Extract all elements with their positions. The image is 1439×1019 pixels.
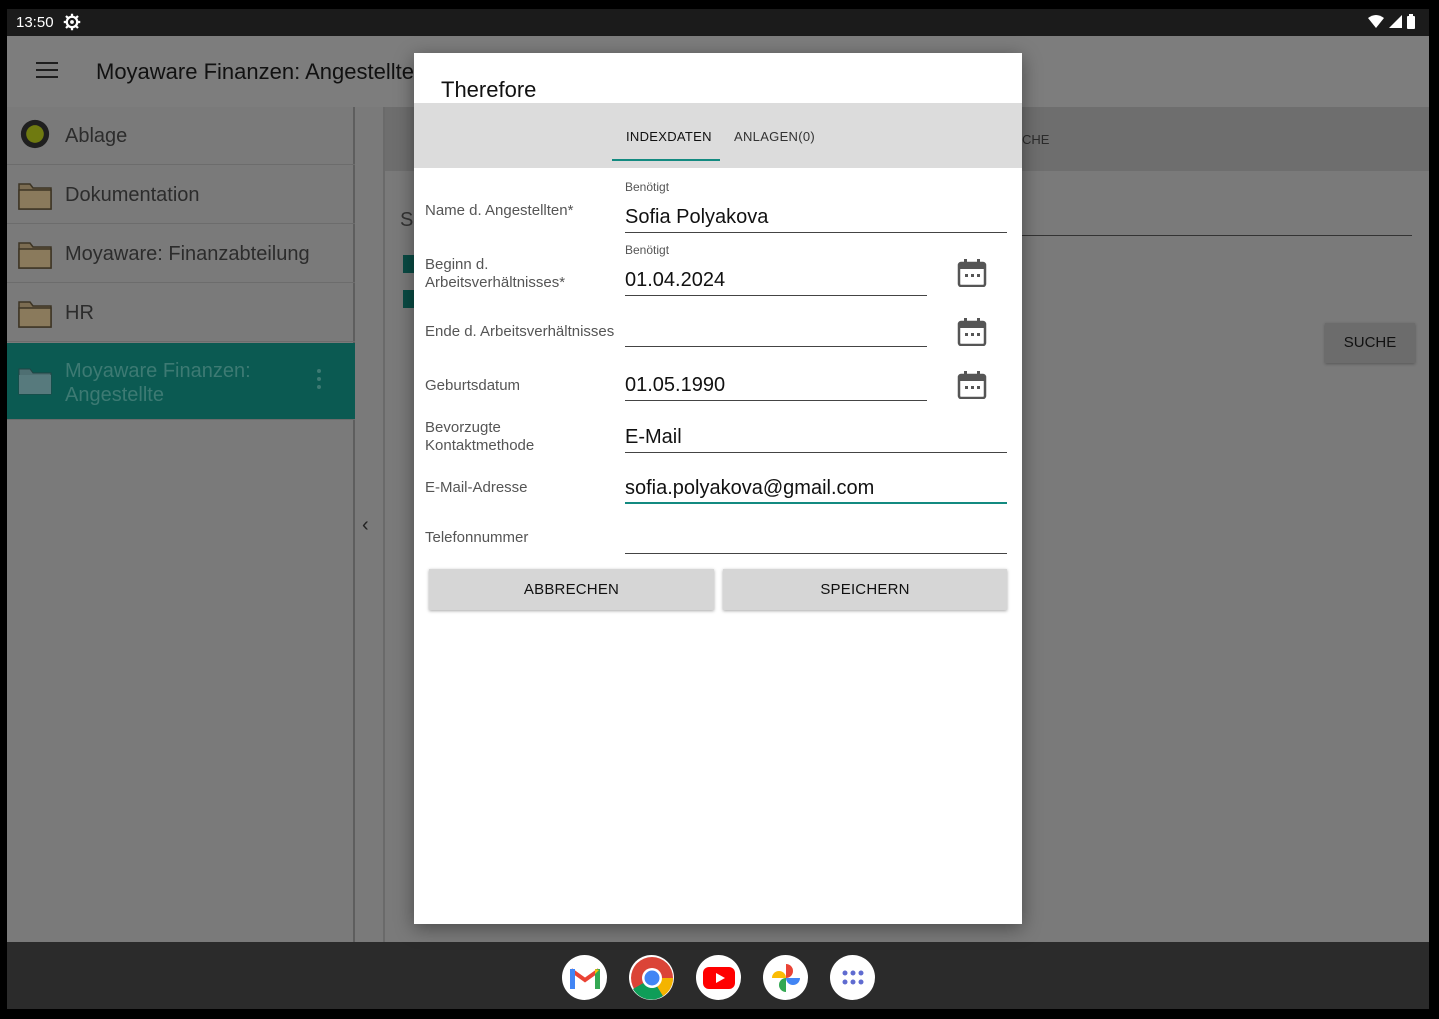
sidebar-item-label: Ablage — [65, 125, 128, 147]
phone-label: Telefonnummer — [425, 529, 529, 546]
end-date-underline — [625, 346, 927, 347]
sidebar-item-angestellte[interactable]: Moyaware Finanzen: Angestellte — [7, 343, 355, 420]
cell-signal-icon — [1389, 15, 1402, 28]
name-field-underline — [625, 232, 1007, 233]
sidebar-item-hr[interactable]: HR — [7, 284, 355, 342]
folder-icon — [18, 242, 52, 269]
sidebar-item-finanzabteilung[interactable]: Moyaware: Finanzabteilung — [7, 225, 355, 283]
birthdate-underline — [625, 400, 927, 401]
name-field[interactable]: Sofia Polyakova — [625, 206, 768, 229]
settings-gear-icon — [63, 13, 81, 31]
youtube-icon[interactable] — [696, 955, 741, 1000]
start-date-label: Beginn d. Arbeitsverhältnisses* — [425, 256, 566, 291]
app-dock — [562, 955, 875, 1000]
calendar-icon[interactable] — [957, 259, 987, 287]
contact-method-underline — [625, 452, 1007, 453]
folder-icon — [18, 183, 52, 210]
sidebar-item-ablage[interactable]: Ablage — [7, 107, 355, 165]
save-button[interactable]: SPEICHERN — [723, 569, 1007, 610]
email-label: E-Mail-Adresse — [425, 479, 528, 496]
sidebar-item-label: HR — [65, 302, 94, 324]
wifi-icon — [1368, 14, 1384, 28]
calendar-icon[interactable] — [957, 371, 987, 399]
photos-icon[interactable] — [763, 955, 808, 1000]
sidebar-item-label: Moyaware: Finanzabteilung — [65, 243, 310, 265]
sidebar-item-dokumentation[interactable]: Dokumentation — [7, 166, 355, 224]
collapse-panel-chevron-icon[interactable]: ‹ — [362, 514, 369, 537]
content-tab-search[interactable]: CHE — [1022, 132, 1049, 147]
birthdate-field[interactable]: 01.05.1990 — [625, 374, 725, 397]
email-field-underline-focused — [625, 502, 1007, 504]
phone-field-underline — [625, 553, 1007, 554]
start-date-field[interactable]: 01.04.2024 — [625, 269, 725, 292]
birthdate-label: Geburtsdatum — [425, 377, 521, 394]
taskbar — [7, 942, 1429, 1009]
status-bar: 13:50 — [7, 9, 1429, 36]
end-date-label: Ende d. Arbeitsverhältnisses — [425, 323, 615, 340]
name-label: Name d. Angestellten* — [425, 202, 574, 219]
ablage-circle-icon — [20, 119, 50, 149]
email-field[interactable]: sofia.polyakova@gmail.com — [625, 477, 874, 500]
sidebar-item-label: Dokumentation — [65, 184, 200, 206]
dialog-title: Therefore — [441, 77, 537, 102]
sidebar-item-label: Moyaware Finanzen: Angestellte — [65, 360, 251, 406]
name-required-hint: Benötigt — [625, 180, 670, 194]
contact-method-field[interactable]: E-Mail — [625, 426, 682, 449]
folder-icon — [18, 368, 52, 395]
search-button[interactable]: SUCHE — [1325, 323, 1415, 363]
gmail-icon[interactable] — [562, 955, 607, 1000]
sidebar: Ablage Dokumentation Moyaware: Finanzabt… — [7, 107, 355, 942]
device-screen: 13:50 Moyaware Finanzen: Angestellte Abl… — [7, 9, 1429, 1009]
active-tab-indicator — [612, 159, 720, 161]
app-title: Moyaware Finanzen: Angestellte — [96, 59, 414, 84]
cancel-button[interactable]: ABBRECHEN — [429, 569, 714, 610]
battery-icon — [1407, 14, 1415, 29]
search-field-underline — [1022, 235, 1412, 236]
more-options-icon[interactable] — [317, 369, 321, 393]
panel-divider — [383, 107, 385, 942]
start-date-underline — [625, 295, 927, 296]
system-icons — [1368, 14, 1415, 29]
tab-indexdaten[interactable]: INDEXDATEN — [626, 129, 712, 144]
start-date-required-hint: Benötigt — [625, 243, 670, 257]
chrome-icon[interactable] — [629, 955, 674, 1000]
hamburger-menu-icon[interactable] — [36, 62, 58, 80]
search-field-label: S — [400, 209, 414, 231]
calendar-icon[interactable] — [957, 318, 987, 346]
clock: 13:50 — [16, 14, 54, 31]
tab-anlagen[interactable]: ANLAGEN(0) — [734, 129, 815, 144]
index-data-dialog: Therefore INDEXDATEN ANLAGEN(0) Name d. … — [414, 53, 1022, 924]
contact-method-label: Bevorzugte Kontaktmethode — [425, 419, 535, 454]
apps-grid-icon[interactable] — [830, 955, 875, 1000]
folder-icon — [18, 301, 52, 328]
